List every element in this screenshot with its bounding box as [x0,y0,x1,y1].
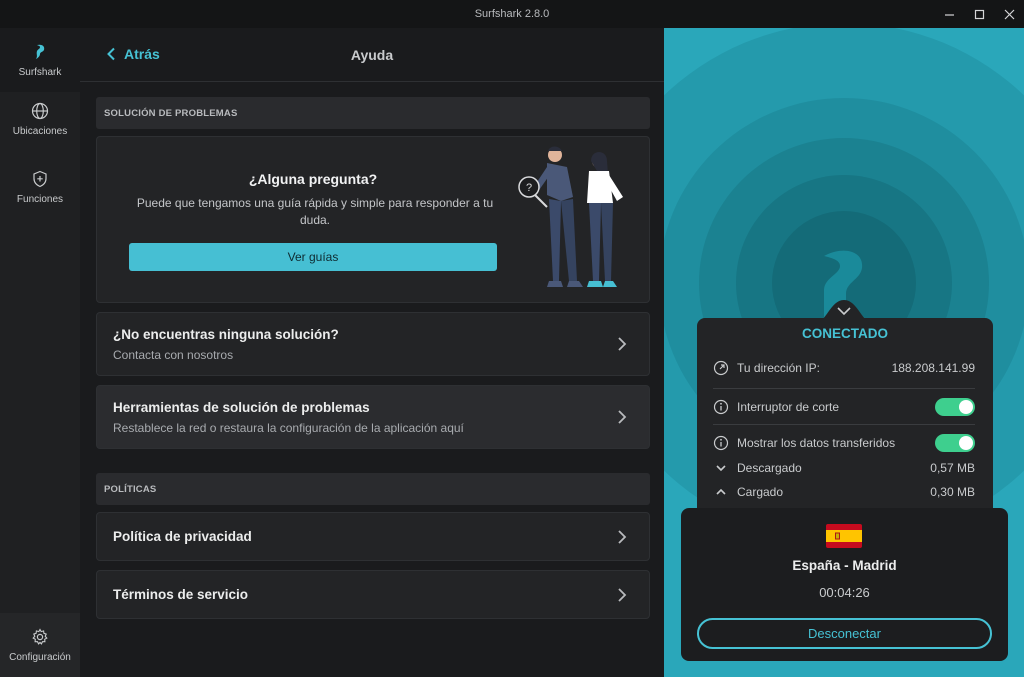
chevron-up-icon [716,488,726,495]
show-data-label: Mostrar los datos transferidos [737,436,896,450]
chevron-down-icon [716,465,726,472]
show-data-toggle[interactable] [935,434,975,452]
ip-value: 188.208.141.99 [891,361,975,375]
globe-icon [31,102,49,120]
download-row: Descargado 0,57 MB [713,460,975,476]
shield-plus-icon [33,170,47,188]
download-label: Descargado [737,461,802,475]
disconnect-button[interactable]: Desconectar [697,618,992,649]
window-title: Surfshark 2.8.0 [474,8,550,20]
upload-value: 0,30 MB [930,485,975,499]
svg-text:?: ? [526,182,532,194]
sidebar-item-features[interactable]: Funciones [0,170,80,205]
sidebar-item-settings[interactable]: Configuración [0,613,80,677]
row-title: Términos de servicio [113,587,249,602]
surfshark-logo-icon [36,44,45,59]
contact-us-row[interactable]: ¿No encuentras ninguna solución? Contact… [96,312,650,376]
page-header: Atrás Ayuda [80,28,664,82]
chevron-right-icon [618,529,627,544]
people-illustration: ? [518,146,623,287]
maximize-button[interactable] [964,0,994,28]
connection-panel: CONECTADO Tu dirección IP: 188.208.141.9… [664,28,1024,677]
info-icon [713,399,729,415]
privacy-policy-row[interactable]: Política de privacidad [96,512,650,561]
row-subtitle: Contacta con nosotros [113,347,234,362]
location-name: España - Madrid [792,558,897,573]
row-title: Política de privacidad [113,529,252,544]
ip-label: Tu dirección IP: [737,361,820,375]
help-card-description: Puede que tengamos una guía rápida y sim… [136,196,494,227]
spain-flag-icon [826,524,862,548]
divider [713,424,975,425]
row-title: ¿No encuentras ninguna solución? [113,326,339,342]
show-data-row: Mostrar los datos transferidos [713,434,975,452]
sidebar-brand-label: Surfshark [18,66,62,78]
row-title: Herramientas de solución de problemas [113,399,370,415]
close-icon [1004,9,1014,19]
download-value: 0,57 MB [930,461,975,475]
maximize-icon [974,9,984,19]
section-troubleshooting: SOLUCIÓN DE PROBLEMAS [96,97,650,129]
title-bar: Surfshark 2.8.0 [0,0,1024,28]
connection-timer: 00:04:26 [819,585,870,600]
location-card: España - Madrid 00:04:26 Desconectar [681,508,1008,661]
kill-switch-label: Interruptor de corte [737,400,840,414]
collapse-panel-button[interactable] [814,294,874,324]
help-card: ¿Alguna pregunta? Puede que tengamos una… [96,136,650,303]
sidebar-item-surfshark[interactable]: Surfshark [0,28,80,92]
divider [713,388,975,389]
chevron-right-icon [618,410,627,424]
chevron-right-icon [618,587,627,602]
minimize-icon [944,13,954,16]
gear-icon [32,627,48,645]
minimize-button[interactable] [934,0,964,28]
upload-row: Cargado 0,30 MB [713,484,975,500]
help-panel: Atrás Ayuda SOLUCIÓN DE PROBLEMAS ¿Algun… [80,28,664,677]
troubleshooting-tools-row[interactable]: Herramientas de solución de problemas Re… [96,385,650,449]
window-controls [934,0,1024,28]
kill-switch-row: Interruptor de corte [713,398,975,416]
connection-status: CONECTADO [802,326,888,341]
sidebar-item-label: Ubicaciones [12,126,68,137]
section-policies: POLÍTICAS [96,473,650,505]
sidebar-item-label: Funciones [16,194,64,205]
close-button[interactable] [994,0,1024,28]
help-card-title: ¿Alguna pregunta? [248,171,378,187]
sidebar: Surfshark Ubicaciones Funciones Configur… [0,28,80,677]
page-title: Ayuda [350,47,394,63]
kill-switch-toggle[interactable] [935,398,975,416]
terms-of-service-row[interactable]: Términos de servicio [96,570,650,619]
external-link-icon [713,360,729,376]
ip-address-row: Tu dirección IP: 188.208.141.99 [713,360,975,376]
upload-label: Cargado [737,485,784,499]
sidebar-item-locations[interactable]: Ubicaciones [0,102,80,137]
sidebar-item-label: Configuración [9,651,71,663]
chevron-right-icon [618,337,627,351]
row-subtitle: Restablece la red o restaura la configur… [113,420,464,435]
view-guides-button[interactable]: Ver guías [129,243,497,271]
info-icon [713,435,729,451]
